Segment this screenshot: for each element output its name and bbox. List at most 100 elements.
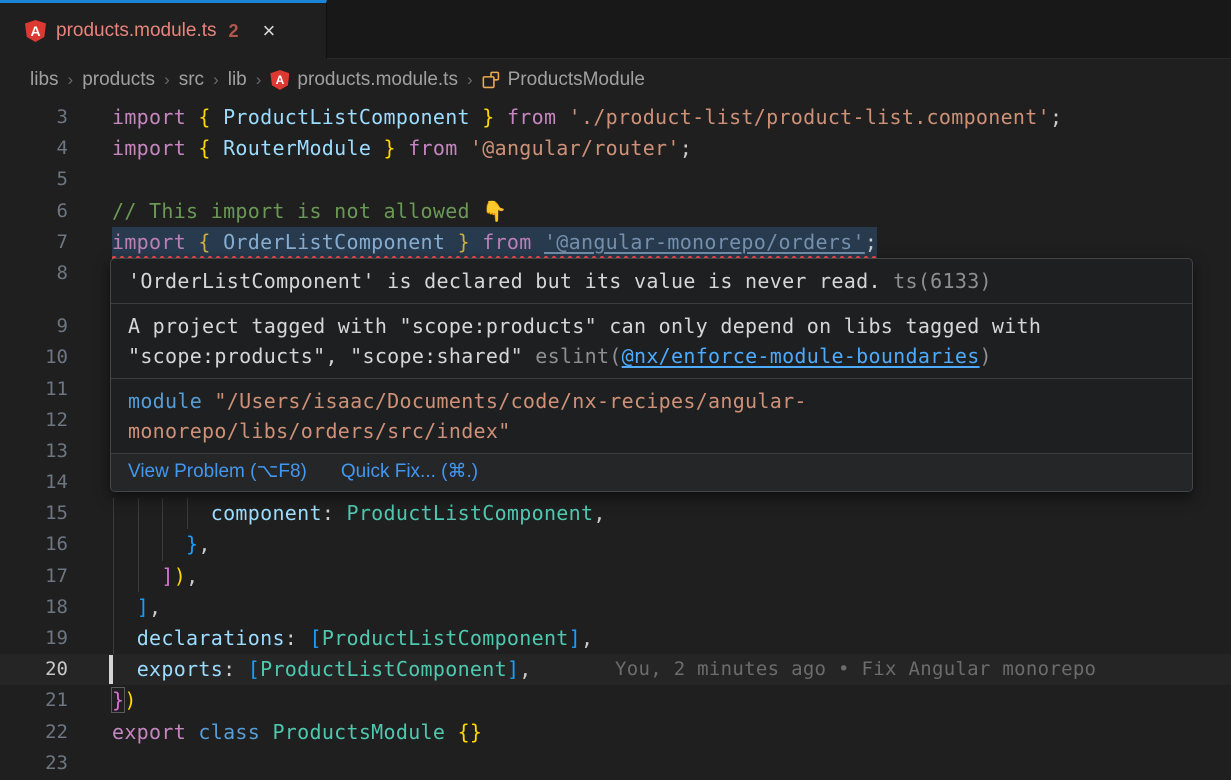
hover-message-line: "scope:products", "scope:shared" eslint(… [128,341,1175,371]
code-text: }) [112,685,137,716]
code-token: ; [865,230,877,254]
vscode-window: A products.module.ts 2 × libs›products›s… [0,0,1231,780]
chevron-right-icon: › [247,70,271,90]
code-token: ts(6133) [881,269,992,293]
breadcrumb-item-libs[interactable]: libs [30,69,59,91]
hover-message-line: A project tagged with "scope:products" c… [128,311,1175,341]
code-token [260,720,272,744]
line-number[interactable]: 23 [0,748,68,779]
breadcrumb-item-lib[interactable]: lib [228,69,247,91]
line-number[interactable]: 10 [0,342,68,373]
code-token [186,136,198,160]
symbol-class-icon [482,71,500,89]
code-token: module [128,389,214,413]
line-number[interactable]: 20 [0,654,68,685]
code-token: exports [137,657,223,681]
hover-action-view[interactable]: View Problem (⌥F8) [128,460,307,483]
code-line-15[interactable]: 15 component: ProductListComponent, [0,498,1231,529]
code-token: "scope:products", "scope:shared" [128,344,535,368]
line-number[interactable]: 16 [0,529,68,560]
code-token: ) [980,344,992,368]
chevron-right-icon: › [155,70,179,90]
code-line-7[interactable]: 7 import { OrderListComponent } from '@an… [0,227,1231,258]
close-icon[interactable]: × [263,20,276,42]
line-number[interactable]: 9 [0,311,68,342]
breadcrumb-label: libs [30,69,59,91]
line-number[interactable]: 6 [0,196,68,227]
code-token: ProductListComponent [260,657,507,681]
code-token [112,564,161,588]
chevron-right-icon: › [204,70,228,90]
code-line-23[interactable]: 23 [0,748,1231,779]
code-token: from [507,105,556,129]
line-number[interactable]: 5 [0,164,68,195]
code-token: import [112,230,186,254]
code-line-17[interactable]: 17 ]), [0,561,1231,592]
hover-message-3: module "/Users/isaac/Documents/code/nx-r… [111,378,1192,453]
code-line-4[interactable]: 4import { RouterModule } from '@angular/… [0,133,1231,164]
code-token [556,105,568,129]
code-line-21[interactable]: 21}) [0,685,1231,716]
hover-action-quick[interactable]: Quick Fix... (⌘.) [341,460,478,483]
code-token: from [408,136,457,160]
code-token: OrderListComponent [211,230,458,254]
code-text: component: ProductListComponent, [112,498,606,529]
code-token: import [112,136,186,160]
code-token: ) [174,564,186,588]
line-number[interactable]: 22 [0,717,68,748]
line-number[interactable]: 12 [0,405,68,436]
hover-message-line: monorepo/libs/orders/src/index" [128,416,1175,446]
code-line-5[interactable]: 5 [0,164,1231,195]
code-line-6[interactable]: 6// This import is not allowed 👇 [0,196,1231,227]
code-line-16[interactable]: 16 }, [0,529,1231,560]
code-token: ] [137,595,149,619]
code-token [396,136,408,160]
breadcrumb-item-products[interactable]: products [82,69,155,91]
line-number[interactable]: 4 [0,133,68,164]
code-line-18[interactable]: 18 ], [0,592,1231,623]
line-number[interactable]: 18 [0,592,68,623]
line-number[interactable]: 21 [0,685,68,716]
hover-widget: 'OrderListComponent' is declared but its… [110,258,1193,492]
hover-message-line: module "/Users/isaac/Documents/code/nx-r… [128,386,1175,416]
line-number[interactable]: 17 [0,561,68,592]
chevron-right-icon: › [59,70,83,90]
line-number[interactable]: 3 [0,102,68,133]
line-number[interactable]: 19 [0,623,68,654]
code-line-3[interactable]: 3import { ProductListComponent } from '.… [0,102,1231,133]
code-token: [ [309,626,321,650]
code-line-19[interactable]: 19 declarations: [ProductListComponent], [0,623,1231,654]
tab-products-module[interactable]: A products.module.ts 2 × [0,0,327,59]
hover-rule-link[interactable]: @nx/enforce-module-boundaries [622,344,980,368]
code-token [458,136,470,160]
hover-messages: 'OrderListComponent' is declared but its… [111,259,1192,453]
code-token: } [112,688,124,712]
error-highlight-range: import { OrderListComponent } from '@ang… [112,227,877,258]
code-line-20[interactable]: 20 exports: [ProductListComponent],You, … [0,654,1231,685]
code-token: "/Users/isaac/Documents/code/nx-recipes/… [214,389,806,413]
line-number[interactable]: 15 [0,498,68,529]
code-line-22[interactable]: 22export class ProductsModule {} [0,717,1231,748]
code-token: 'OrderListComponent' is declared but its… [128,269,881,293]
code-token: declarations [137,626,285,650]
breadcrumb-item-products-module-ts[interactable]: Aproducts.module.ts [270,69,458,91]
code-token: , [149,595,161,619]
code-token: // This import is not allowed [112,199,482,223]
code-token: from [482,230,531,254]
breadcrumb-label: products [82,69,155,91]
code-token: monorepo/libs/orders/src/index" [128,419,511,443]
line-number[interactable]: 11 [0,374,68,405]
breadcrumb-label: lib [228,69,247,91]
line-number[interactable]: 7 [0,227,68,258]
code-token: export [112,720,186,744]
code-token: , [593,501,605,525]
line-number[interactable]: 13 [0,436,68,467]
breadcrumb-item-productsmodule[interactable]: ProductsModule [482,69,645,91]
code-token [112,532,186,556]
line-number[interactable]: 8 [0,258,68,289]
breadcrumb-item-src[interactable]: src [179,69,204,91]
hover-message-1: 'OrderListComponent' is declared but its… [111,259,1192,303]
breadcrumb-label: ProductsModule [508,69,645,91]
line-number[interactable]: 14 [0,467,68,498]
code-token: : [223,657,248,681]
